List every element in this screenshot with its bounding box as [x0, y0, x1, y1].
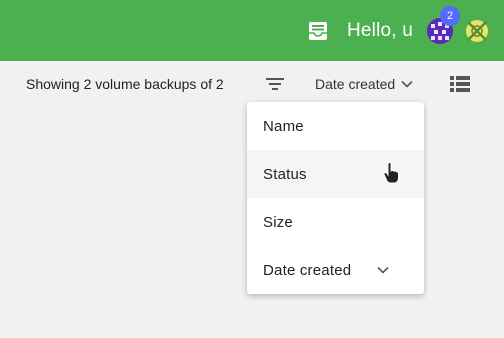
list-toolbar: Showing 2 volume backups of 2 Date creat… [0, 62, 504, 106]
sort-menu-item-status[interactable]: Status [247, 150, 424, 198]
sort-menu-item-size[interactable]: Size [247, 198, 424, 246]
sort-dropdown[interactable]: Date created [315, 76, 413, 92]
results-summary: Showing 2 volume backups of 2 [26, 76, 224, 92]
sort-menu-item-label: Date created [263, 261, 352, 279]
notification-badge[interactable]: 2 [440, 5, 460, 26]
sort-menu-item-name[interactable]: Name [247, 102, 424, 150]
sort-menu-item-date-created[interactable]: Date created [247, 246, 424, 294]
chevron-down-icon [377, 266, 389, 274]
inbox-icon[interactable] [308, 21, 328, 41]
filter-icon[interactable] [264, 75, 286, 93]
top-navigation-bar: Hello, u 2 [0, 0, 504, 61]
list-view-icon[interactable] [449, 75, 471, 93]
sort-menu: Name Status Size Date created [247, 102, 424, 294]
organization-icon[interactable] [464, 18, 490, 44]
chevron-down-icon [401, 80, 413, 88]
sort-dropdown-label: Date created [315, 76, 396, 92]
hand-cursor-icon [383, 162, 399, 184]
sort-menu-item-label: Status [263, 165, 307, 183]
sort-menu-item-label: Name [263, 117, 304, 135]
greeting-text: Hello, u [346, 19, 413, 41]
sort-menu-item-label: Size [263, 213, 293, 231]
user-menu[interactable]: 2 [427, 5, 460, 44]
